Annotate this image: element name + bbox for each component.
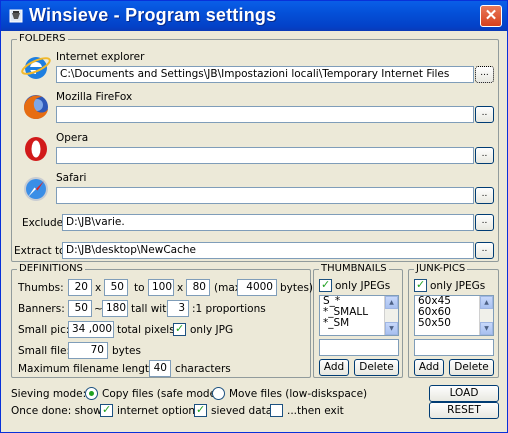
- thumbs-min-height[interactable]: 50: [104, 279, 128, 296]
- thumbs-to-label: to: [134, 282, 145, 294]
- load-button[interactable]: LOAD: [429, 385, 499, 402]
- safari-icon: [24, 177, 48, 201]
- app-icon: [9, 9, 23, 23]
- then-exit-checkbox[interactable]: [270, 404, 283, 417]
- small-pic-suffix: total pixels: [117, 324, 175, 336]
- reset-button[interactable]: RESET: [429, 402, 499, 419]
- copy-files-radio[interactable]: [85, 387, 98, 400]
- small-file-label: Small file:: [18, 345, 71, 357]
- window-title: Winsieve - Program settings: [29, 5, 277, 25]
- internet-explorer-icon: [21, 57, 51, 79]
- copy-files-label: Copy files (safe mode): [102, 388, 221, 400]
- opera-icon: [25, 137, 47, 161]
- settings-window: Winsieve - Program settings ✕ FOLDERS In…: [0, 0, 508, 433]
- scroll-up-icon[interactable]: ▲: [385, 296, 398, 309]
- folders-legend: FOLDERS: [17, 33, 68, 45]
- thumbs-bytes-label: bytes): [280, 282, 314, 294]
- max-filename-suffix: characters: [175, 363, 231, 375]
- thumbnails-only-jpegs-checkbox[interactable]: [319, 278, 332, 292]
- only-jpg-label: only JPG: [190, 324, 234, 336]
- title-bar[interactable]: Winsieve - Program settings ✕: [1, 1, 507, 31]
- thumbs-max-width[interactable]: 100: [148, 279, 174, 296]
- thumbnails-delete-button[interactable]: Delete: [354, 359, 399, 376]
- move-files-label: Move files (low-diskspace): [229, 388, 368, 400]
- junk-only-jpegs-label: only JPEGs: [430, 280, 486, 292]
- thumbnails-new-entry-field[interactable]: [319, 339, 399, 356]
- internet-options-label: internet options: [117, 405, 201, 417]
- max-filename-label: Maximum filename length:: [18, 363, 160, 375]
- sieved-data-checkbox[interactable]: [194, 403, 207, 417]
- junk-add-button[interactable]: Add: [414, 359, 444, 376]
- safari-browse-button[interactable]: ..: [475, 187, 494, 204]
- firefox-path-field[interactable]: [56, 106, 474, 123]
- banners-proportions-label: :1 proportions: [192, 303, 266, 315]
- thumbs-min-width[interactable]: 20: [68, 279, 92, 296]
- once-done-label: Once done: show: [11, 405, 102, 417]
- sieved-data-label: sieved data: [211, 405, 273, 417]
- opera-label: Opera: [56, 132, 89, 144]
- thumbnails-add-button[interactable]: Add: [319, 359, 349, 376]
- banners-min[interactable]: 50: [68, 300, 92, 317]
- firefox-icon: [24, 95, 48, 119]
- thumbnails-scrollbar[interactable]: ▲ ▼: [384, 296, 398, 335]
- exclude-browse-button[interactable]: ..: [475, 214, 494, 231]
- max-filename-field[interactable]: 40: [149, 360, 171, 377]
- scroll-up-icon[interactable]: ▲: [480, 296, 493, 309]
- thumbs-x2: x: [177, 282, 184, 294]
- thumbs-max-bytes[interactable]: 4000: [237, 279, 277, 296]
- junk-pics-list[interactable]: 60x45 60x60 50x50 ▲ ▼: [414, 295, 494, 336]
- settings-content: FOLDERS Internet explorer C:\Documents a…: [5, 32, 505, 430]
- ie-path-field[interactable]: C:\Documents and Settings\JB\Impostazion…: [56, 66, 474, 83]
- exclude-label: Exclude: [22, 217, 64, 229]
- definitions-group: DEFINITIONS Thumbs: 20 x 50 to 100 x 80 …: [11, 263, 314, 378]
- only-jpg-checkbox[interactable]: [173, 322, 186, 336]
- small-pic-field[interactable]: 34 ,000: [68, 321, 114, 338]
- thumbnails-list[interactable]: S_* *_SMALL *_SM ▲ ▼: [319, 295, 399, 336]
- safari-path-field[interactable]: [56, 187, 474, 204]
- banners-max[interactable]: 180: [102, 300, 128, 317]
- small-pic-label: Small pic:: [18, 324, 70, 336]
- exclude-field[interactable]: D:\JB\varie.: [62, 214, 474, 231]
- junk-pics-scrollbar[interactable]: ▲ ▼: [479, 296, 493, 335]
- small-file-field[interactable]: 70: [68, 342, 108, 359]
- thumbs-label: Thumbs:: [18, 282, 64, 294]
- opera-browse-button[interactable]: ..: [475, 147, 494, 164]
- thumbnails-only-jpegs-label: only JPEGs: [335, 280, 391, 292]
- safari-label: Safari: [56, 172, 87, 184]
- junk-pics-group: JUNK-PICS only JPEGs 60x45 60x60 50x50 ▲…: [408, 263, 499, 378]
- junk-only-jpegs-checkbox[interactable]: [414, 278, 427, 292]
- junk-pics-legend: JUNK-PICS: [414, 263, 468, 275]
- internet-options-checkbox[interactable]: [100, 403, 113, 417]
- extract-field[interactable]: D:\JB\desktop\NewCache: [62, 242, 474, 259]
- extract-label: Extract to: [14, 245, 66, 257]
- extract-browse-button[interactable]: ..: [475, 242, 494, 259]
- close-button[interactable]: ✕: [480, 5, 502, 27]
- scroll-down-icon[interactable]: ▼: [385, 322, 398, 335]
- thumbs-x1: x: [95, 282, 102, 294]
- banners-label: Banners:: [18, 303, 65, 315]
- firefox-label: Mozilla FireFox: [56, 91, 133, 103]
- small-file-suffix: bytes: [112, 345, 141, 357]
- sieving-mode-label: Sieving mode:: [11, 388, 87, 400]
- move-files-radio[interactable]: [212, 387, 225, 400]
- thumbs-max-height[interactable]: 80: [186, 279, 210, 296]
- then-exit-label: ...then exit: [287, 405, 344, 417]
- firefox-browse-button[interactable]: ..: [475, 106, 494, 123]
- opera-path-field[interactable]: [56, 147, 474, 164]
- definitions-legend: DEFINITIONS: [17, 263, 85, 275]
- thumbnails-legend: THUMBNAILS: [319, 263, 389, 275]
- banners-ratio[interactable]: 3: [167, 300, 189, 317]
- ie-browse-button[interactable]: ...: [475, 66, 494, 83]
- ie-label: Internet explorer: [56, 51, 145, 63]
- close-icon: ✕: [484, 7, 498, 24]
- junk-new-entry-field[interactable]: [414, 339, 494, 356]
- junk-delete-button[interactable]: Delete: [449, 359, 494, 376]
- scroll-down-icon[interactable]: ▼: [480, 322, 493, 335]
- thumbnails-group: THUMBNAILS only JPEGs S_* *_SMALL *_SM ▲…: [313, 263, 403, 378]
- folders-group: FOLDERS Internet explorer C:\Documents a…: [11, 33, 499, 262]
